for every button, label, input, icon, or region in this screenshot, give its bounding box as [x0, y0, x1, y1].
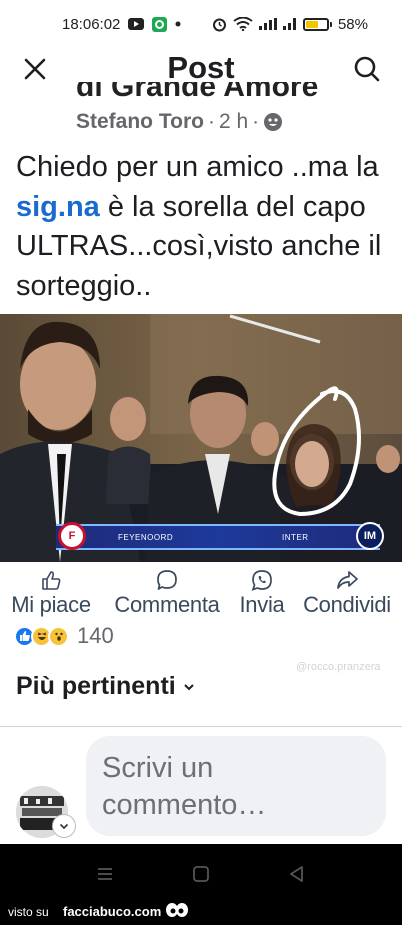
watermark: @rocco.pranzera: [296, 661, 381, 673]
signal-icon-2: [282, 18, 297, 30]
comment-label: Commenta: [114, 592, 220, 617]
battery-icon: [302, 17, 332, 31]
eyes-logo-icon: [166, 903, 188, 917]
separator: ·: [207, 110, 215, 133]
system-nav-bar: [0, 844, 402, 904]
divider: [0, 726, 402, 727]
post-text: Chiedo per un amico ..ma la sig.na è la …: [16, 151, 382, 302]
chevron-down-icon: [184, 683, 194, 690]
inter-badge-icon: IM: [356, 522, 384, 550]
wow-reaction-icon: [48, 625, 69, 647]
comment-icon: [157, 570, 177, 590]
sort-label: Più pertinenti: [16, 672, 176, 700]
chevron-down-icon: [59, 823, 69, 829]
site-footer: visto su facciabuco.com: [0, 900, 402, 925]
feyenoord-badge-icon: F: [58, 522, 86, 550]
status-time: 18:06:02: [62, 15, 121, 33]
comment-input[interactable]: Scrivi un commento…: [86, 736, 386, 836]
avatar-switch-button[interactable]: [52, 814, 76, 838]
post-actions: Mi piace Commenta Invia Condividi: [0, 568, 402, 618]
team-away: INTER: [282, 533, 309, 542]
privacy-globe-icon: [264, 113, 283, 131]
footer-visto-su: visto su: [8, 905, 49, 919]
youtube-icon: [128, 18, 145, 30]
dot-icon: [175, 21, 181, 27]
reactions-summary[interactable]: 140: [14, 623, 114, 649]
page-title: Post: [167, 50, 235, 85]
alarm-icon: [212, 17, 227, 32]
share-button[interactable]: Condividi: [292, 568, 402, 618]
share-label: Condividi: [303, 592, 391, 617]
separator-2: ·: [252, 110, 260, 133]
app-notification-icon: [152, 16, 168, 32]
share-icon: [337, 571, 358, 589]
cut-off-title: di Grande Amore: [76, 82, 319, 102]
team-home: FEYENOORD: [118, 533, 174, 542]
send-label: Invia: [239, 592, 285, 617]
score-bar: FEYENOORD INTER: [56, 524, 380, 550]
comment-button[interactable]: Commenta: [102, 568, 232, 618]
post-link[interactable]: sig.na: [16, 191, 100, 223]
author-name[interactable]: Stefano Toro: [76, 110, 204, 134]
footer-brand[interactable]: facciabuco.com: [63, 904, 161, 919]
battery-percent: 58%: [337, 15, 368, 33]
post-time[interactable]: 2 h: [219, 110, 248, 134]
like-label: Mi piace: [11, 592, 91, 617]
reaction-count: 140: [77, 623, 114, 648]
home-icon[interactable]: [191, 864, 211, 884]
status-bar: 18:06:02 58%: [0, 0, 402, 48]
comment-sort-dropdown[interactable]: Più pertinenti: [16, 672, 195, 701]
post-author-line: Stefano Toro · 2 h ·: [76, 110, 283, 134]
signal-icon: [258, 18, 277, 30]
send-button[interactable]: Invia: [232, 568, 292, 618]
like-button[interactable]: Mi piace: [0, 568, 102, 618]
search-icon[interactable]: [352, 54, 382, 84]
recent-apps-icon[interactable]: [95, 864, 115, 884]
whatsapp-icon: [251, 570, 272, 591]
back-icon[interactable]: [287, 864, 307, 884]
like-icon: [42, 571, 61, 590]
wifi-icon: [233, 17, 253, 31]
